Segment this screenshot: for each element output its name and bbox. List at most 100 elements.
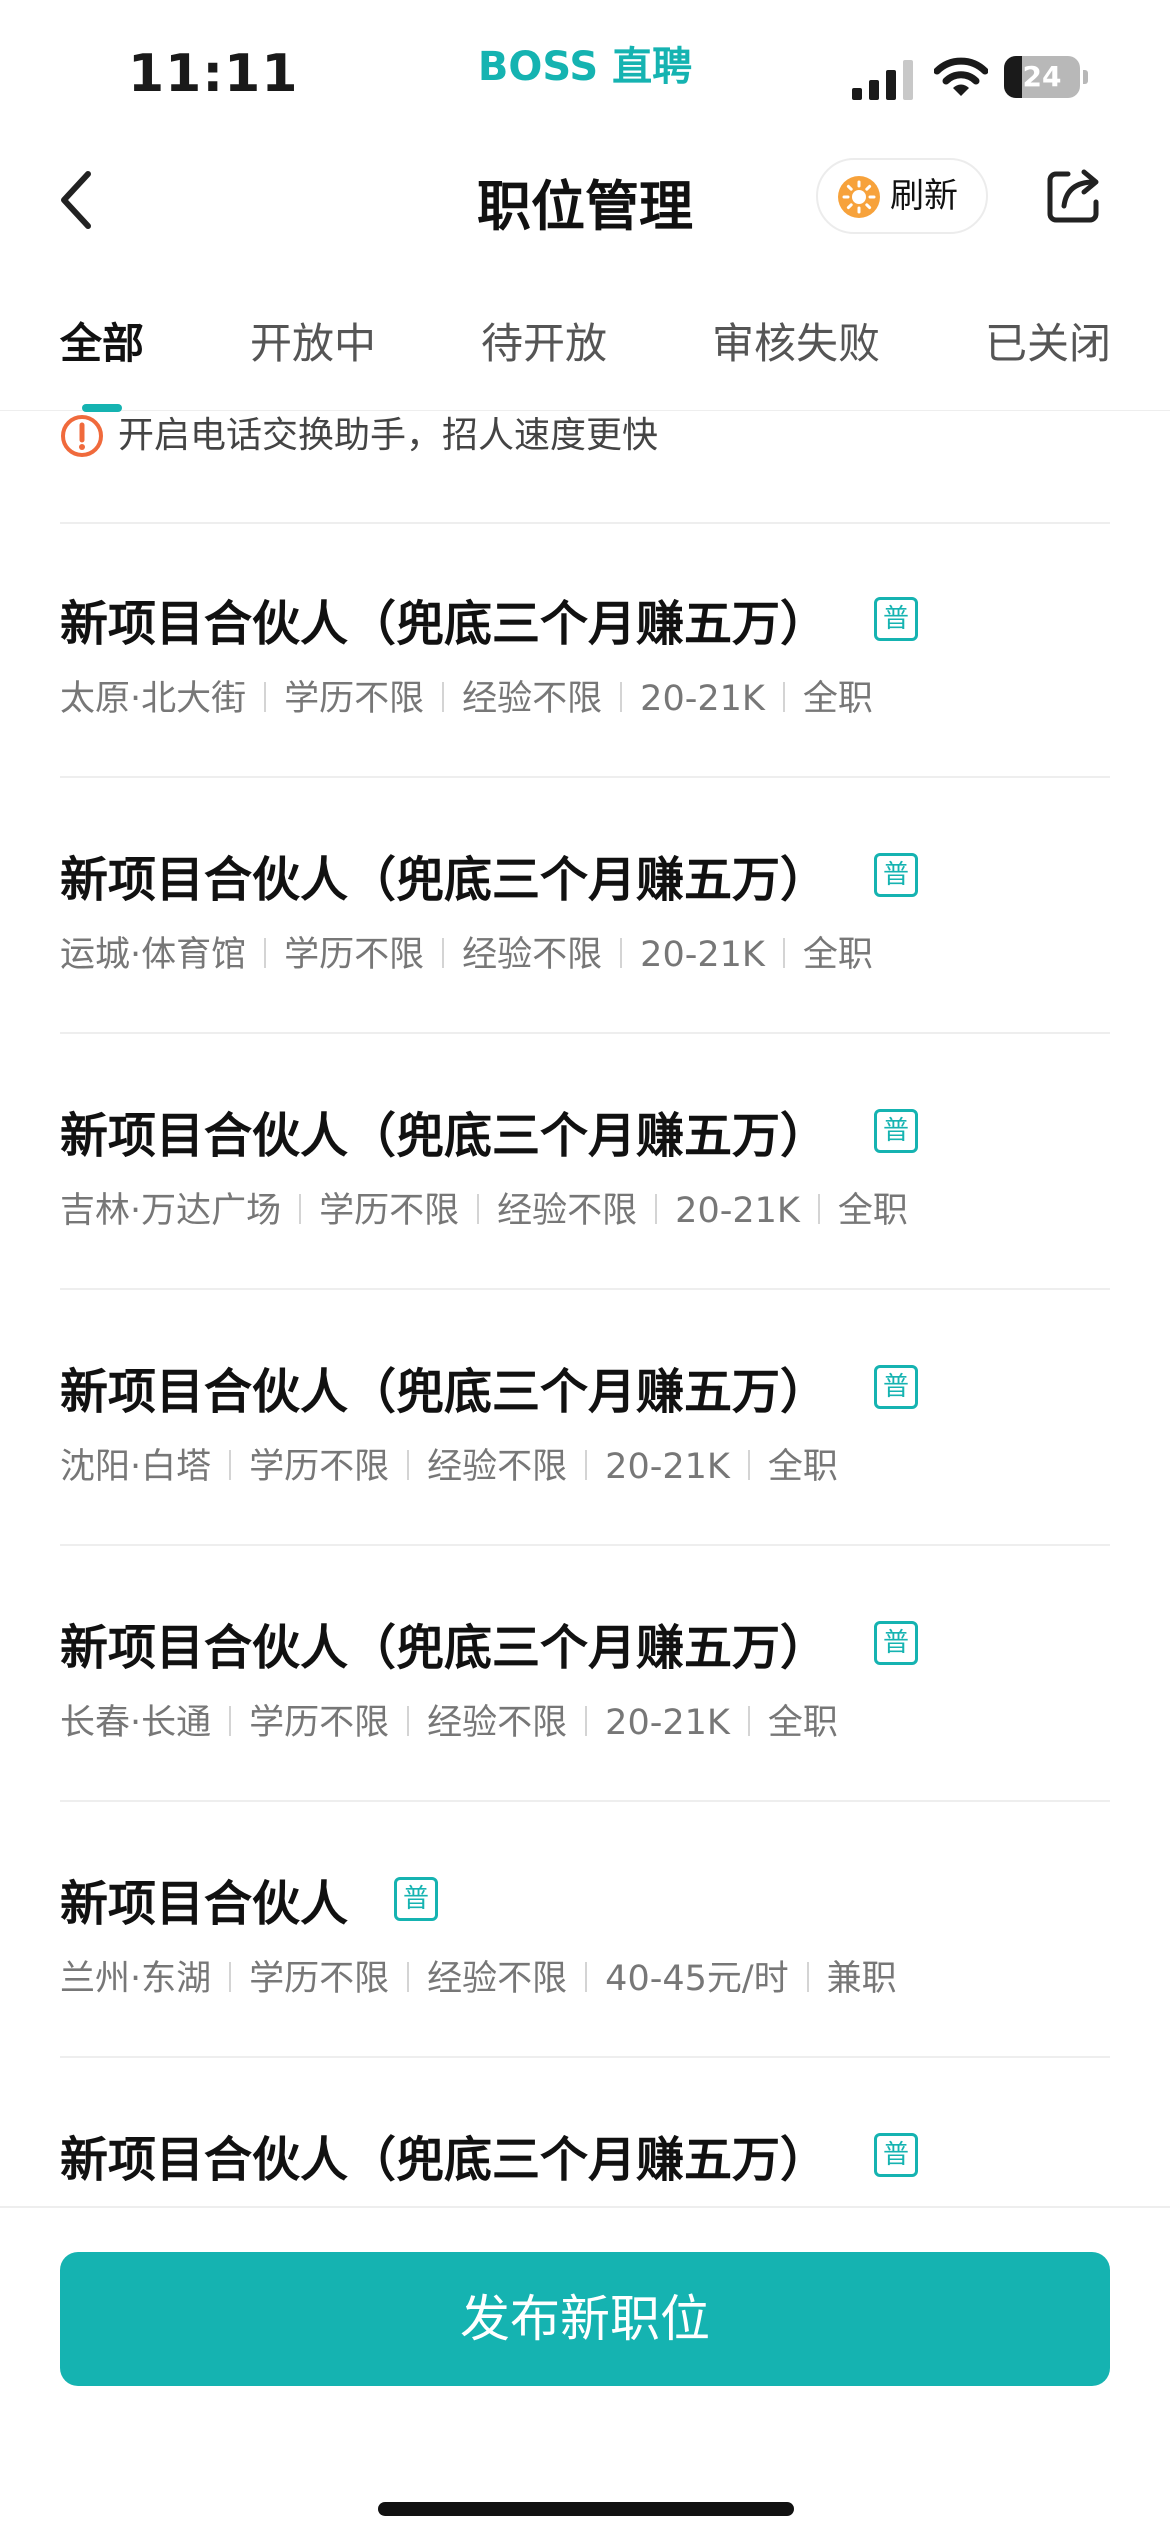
status-tabs: 全部 开放中 待开放 审核失败 已关闭 [0,290,1170,411]
job-meta-item: 20-21K [605,1703,730,1743]
meta-separator [229,1706,232,1736]
job-meta-item: 沈阳·白塔 [60,1447,212,1487]
job-title: 新项目合伙人（兜底三个月赚五万） [60,1364,829,1420]
job-meta: 吉林·万达广场 学历不限 经验不限 20-21K 全职 [60,1182,908,1233]
job-title-row: 新项目合伙人（兜底三个月赚五万） 普 [60,1096,919,1164]
job-title: 新项目合伙人（兜底三个月赚五万） [60,1620,829,1676]
job-type-badge: 普 [874,1621,919,1665]
tab-closed[interactable]: 已关闭 [985,310,1111,371]
battery-level: 24 [1022,60,1062,93]
job-meta-item: 20-21K [605,1447,730,1487]
notice-text: 开启电话交换助手，招人速度更快 [118,415,659,456]
job-meta: 长春·长通 学历不限 经验不限 20-21K 全职 [60,1694,838,1745]
job-list-item[interactable]: 新项目合伙人（兜底三个月赚五万） 普沈阳·白塔 学历不限 经验不限 20-21K 全职 [60,1290,1110,1546]
job-meta-item: 学历不限 [249,1447,390,1487]
meta-separator [817,1194,820,1224]
job-list-item[interactable]: 新项目合伙人（兜底三个月赚五万） 普吉林·万达广场 学历不限 经验不限 20-21K 全职 [60,1034,1110,1290]
job-meta-item: 运城·体育馆 [60,935,247,975]
job-meta-item: 经验不限 [462,935,603,975]
meta-separator [782,682,785,712]
publish-job-button[interactable]: 发布新职位 [60,2252,1110,2386]
meta-separator [407,1706,410,1736]
job-list: 新项目合伙人（兜底三个月赚五万）普太原·北大街 学历不限 经验不限 20-21K 全职新… [60,522,1110,2202]
job-meta: 太原·北大街 学历不限 经验不限 20-21K 全职 [60,670,873,721]
meta-separator [477,1194,480,1224]
job-type-badge: 普 [394,1877,439,1921]
tab-open[interactable]: 开放中 [250,310,376,371]
meta-separator [585,1962,588,1992]
job-meta: 沈阳·白塔 学历不限 经验不限 20-21K 全职 [60,1438,838,1489]
job-meta-item: 学历不限 [319,1191,460,1231]
share-icon[interactable] [1044,166,1104,226]
meta-separator [806,1962,809,1992]
job-meta-item: 全职 [837,1191,908,1231]
meta-separator [585,1450,588,1480]
job-title-row: 新项目合伙人（兜底三个月赚五万） 普 [60,1608,919,1676]
job-list-item[interactable]: 新项目合伙人（兜底三个月赚五万） 普 [60,2058,1110,2202]
status-bar: 11:11 BOSS 直聘 24 [0,0,1170,140]
job-meta-item: 太原·北大街 [60,679,247,719]
refresh-button[interactable]: 刷新 [816,158,988,234]
meta-separator [264,682,267,712]
job-meta-item: 全职 [767,1703,838,1743]
wifi-icon [934,57,988,96]
job-title-row: 新项目合伙人（兜底三个月赚五万） 普 [60,840,919,908]
job-meta-item: 长春·长通 [60,1703,212,1743]
tab-pending[interactable]: 待开放 [481,310,607,371]
job-title-row: 新项目合伙人（兜底三个月赚五万） 普 [60,584,919,652]
job-list-item[interactable]: 新项目合伙人（兜底三个月赚五万） 普太原·北大街 学历不限 经验不限 20-21K 全职 [60,522,1110,778]
sun-icon [838,176,880,218]
job-meta-item: 兼职 [826,1959,897,1999]
meta-separator [229,1450,232,1480]
job-list-item[interactable]: 新项目合伙人（兜底三个月赚五万） 普长春·长通 学历不限 经验不限 20-21K 全职 [60,1546,1110,1802]
job-meta-item: 经验不限 [427,1959,568,1999]
active-tab-indicator [82,404,122,412]
warning-icon [61,415,103,457]
job-meta-item: 全职 [802,679,873,719]
page-title: 职位管理 [477,175,693,238]
job-meta-item: 20-21K [640,679,765,719]
meta-separator [442,682,445,712]
job-list-item[interactable]: 新项目合伙人（兜底三个月赚五万） 普运城·体育馆 学历不限 经验不限 20-21K 全职 [60,778,1110,1034]
job-title-row: 新项目合伙人 普 [60,1864,439,1932]
job-meta-item: 全职 [767,1447,838,1487]
job-title: 新项目合伙人（兜底三个月赚五万） [60,596,829,652]
meta-separator [620,938,623,968]
meta-separator [264,938,267,968]
job-meta-item: 全职 [802,935,873,975]
nav-bar: 职位管理 刷新 [0,140,1170,260]
job-meta-item: 兰州·东湖 [60,1959,212,1999]
job-type-badge: 普 [874,597,919,641]
job-type-badge: 普 [874,853,919,897]
job-meta-item: 经验不限 [497,1191,638,1231]
meta-separator [585,1706,588,1736]
job-type-badge: 普 [874,1365,919,1409]
meta-separator [229,1962,232,1992]
job-meta-item: 学历不限 [249,1703,390,1743]
job-meta-item: 20-21K [640,935,765,975]
job-title: 新项目合伙人 [60,1876,349,1932]
meta-separator [407,1962,410,1992]
tab-all[interactable]: 全部 [60,310,144,371]
home-indicator [378,2502,794,2516]
battery-icon: 24 [1004,56,1088,98]
job-meta-item: 学历不限 [284,679,425,719]
bottom-bar: 发布新职位 [0,2206,1170,2534]
job-title-row: 新项目合伙人（兜底三个月赚五万） 普 [60,2120,919,2188]
job-title: 新项目合伙人（兜底三个月赚五万） [60,2132,829,2188]
job-meta: 运城·体育馆 学历不限 经验不限 20-21K 全职 [60,926,873,977]
meta-separator [782,938,785,968]
tab-review-failed[interactable]: 审核失败 [712,310,880,371]
job-title-row: 新项目合伙人（兜底三个月赚五万） 普 [60,1352,919,1420]
job-list-item[interactable]: 新项目合伙人 普兰州·东湖 学历不限 经验不限 40-45元/时 兼职 [60,1802,1110,2058]
meta-separator [747,1706,750,1736]
brand-logo: BOSS 直聘 [477,44,693,90]
meta-separator [620,682,623,712]
job-title: 新项目合伙人（兜底三个月赚五万） [60,852,829,908]
job-meta-item: 吉林·万达广场 [60,1191,282,1231]
meta-separator [442,938,445,968]
phone-assistant-notice[interactable]: 开启电话交换助手，招人速度更快 [60,414,1110,524]
job-meta-item: 经验不限 [427,1703,568,1743]
job-type-badge: 普 [874,1109,919,1153]
meta-separator [747,1450,750,1480]
